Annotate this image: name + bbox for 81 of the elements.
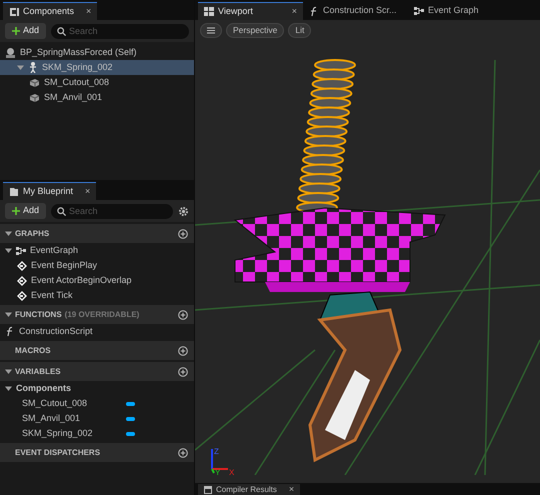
list-item[interactable]: SKM_Spring_002 <box>0 426 194 441</box>
panel-title: Components <box>23 4 74 18</box>
section-title: EVENT DISPATCHERS <box>15 446 100 458</box>
axis-gizmo-icon <box>211 449 228 474</box>
function-icon <box>5 326 15 337</box>
close-icon[interactable]: × <box>86 4 92 18</box>
tree-item[interactable]: BP_SpringMassForced (Self) <box>0 45 194 60</box>
category-row[interactable]: Components <box>0 381 194 396</box>
add-circle-icon[interactable] <box>178 228 188 238</box>
list-item[interactable]: Event ActorBeginOverlap <box>0 273 194 288</box>
section-title: MACROS <box>15 344 51 356</box>
components-icon <box>9 6 19 16</box>
add-circle-icon[interactable] <box>178 366 188 376</box>
caret-icon <box>5 230 12 237</box>
caret-icon <box>17 64 24 71</box>
settings-icon <box>178 206 189 216</box>
axis-label: Y <box>215 468 220 475</box>
list-item[interactable]: SM_Anvil_001 <box>0 411 194 426</box>
close-icon[interactable]: × <box>292 4 297 18</box>
plus-icon <box>12 207 20 215</box>
add-circle-icon[interactable] <box>178 448 188 458</box>
overridable-count: (19 OVERRIDABLE) <box>64 308 140 320</box>
section-title: FUNCTIONS <box>15 308 62 320</box>
event-node-icon <box>17 260 27 270</box>
skeleton-icon <box>28 62 38 73</box>
menu-button[interactable] <box>200 23 222 38</box>
axis-label: Z <box>214 447 219 456</box>
add-button[interactable]: Add <box>5 23 46 39</box>
list-item[interactable]: EventGraph <box>0 243 194 258</box>
editor-tab[interactable]: Event Graph <box>408 2 513 20</box>
caret-icon <box>5 247 12 254</box>
add-button[interactable]: Add <box>5 203 46 219</box>
editor-tab[interactable]: Viewport × <box>198 2 303 20</box>
editor-tab[interactable]: Construction Scr... <box>303 2 408 20</box>
close-icon[interactable]: × <box>85 184 90 198</box>
caret-icon <box>5 311 12 318</box>
cube-icon <box>29 92 40 102</box>
add-circle-icon[interactable] <box>178 346 188 356</box>
viewport-option-button[interactable]: Perspective <box>226 23 284 38</box>
close-icon[interactable]: × <box>288 482 294 495</box>
section-header[interactable]: MACROS <box>0 341 194 360</box>
list-item[interactable]: ConstructionScript <box>0 324 194 339</box>
panel-tab[interactable]: My Blueprint × <box>3 182 96 200</box>
viewport-icon <box>204 7 214 16</box>
axis-label: X <box>229 468 234 475</box>
list-item[interactable]: Event BeginPlay <box>0 258 194 273</box>
tab-label: Compiler Results <box>216 484 277 495</box>
variable-type-pill <box>126 416 135 420</box>
section-title: VARIABLES <box>15 366 61 378</box>
actor-icon <box>5 47 16 58</box>
tree-item[interactable]: SM_Anvil_001 <box>0 90 194 105</box>
graph-icon <box>16 246 26 256</box>
section-header[interactable]: GRAPHS <box>0 224 194 243</box>
tree-item[interactable]: SKM_Spring_002 <box>0 60 194 75</box>
viewport-option-button[interactable]: Lit <box>288 23 312 38</box>
caret-icon <box>5 385 12 392</box>
list-item[interactable]: SM_Cutout_008 <box>0 396 194 411</box>
variable-type-pill <box>126 432 135 436</box>
menu-icon <box>207 27 215 34</box>
panel-tab[interactable]: Components × <box>3 2 98 20</box>
caret-icon <box>5 368 12 375</box>
book-icon <box>9 186 19 196</box>
plus-icon <box>12 27 20 35</box>
function-icon <box>309 6 319 16</box>
graph-icon <box>414 6 424 16</box>
section-title: GRAPHS <box>15 228 50 240</box>
tree-item[interactable]: SM_Cutout_008 <box>0 75 194 90</box>
event-node-icon <box>17 276 27 286</box>
cube-icon <box>29 78 40 88</box>
variable-type-pill <box>126 402 135 406</box>
list-item[interactable]: Event Tick <box>0 288 194 303</box>
search-field[interactable]: Search <box>51 204 173 218</box>
section-header[interactable]: EVENT DISPATCHERS <box>0 443 194 462</box>
panel-tab[interactable]: Compiler Results × <box>198 484 300 495</box>
panel-title: My Blueprint <box>23 184 74 198</box>
section-header[interactable]: FUNCTIONS (19 OVERRIDABLE) <box>0 305 194 324</box>
results-icon <box>204 486 212 494</box>
add-circle-icon[interactable] <box>178 310 188 320</box>
search-field[interactable]: Search <box>51 24 189 38</box>
section-header[interactable]: VARIABLES <box>0 362 194 381</box>
event-node-icon <box>17 290 27 300</box>
